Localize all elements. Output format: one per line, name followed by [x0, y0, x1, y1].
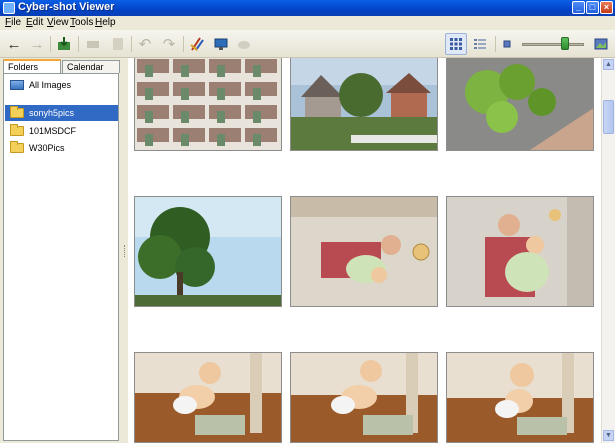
tree-leaves-roof-image — [447, 58, 593, 150]
close-button[interactable]: × — [600, 1, 613, 14]
folder-tree: All Images sonyh5pics 101MSDCF W30Pics — [3, 73, 119, 441]
grid-view-button[interactable] — [445, 33, 467, 55]
tree-item-all-images[interactable]: All Images — [5, 77, 118, 93]
thumbnail[interactable] — [446, 58, 594, 151]
zoom-slider-track[interactable] — [522, 43, 584, 46]
app-window: Cyber-shot Viewer _ □ × File Edit View T… — [0, 0, 615, 443]
disc-create-button[interactable] — [210, 33, 232, 55]
thumbnail[interactable] — [290, 58, 438, 151]
small-thumbnail-icon — [503, 40, 511, 48]
slideshow-button[interactable] — [82, 33, 104, 55]
import-icon — [58, 37, 70, 50]
thumbnail[interactable] — [134, 352, 282, 443]
rotate-right-button[interactable]: ↷ — [158, 33, 180, 55]
menu-bar: File Edit View Tools Help — [0, 16, 615, 30]
backyard-houses-image — [291, 58, 437, 150]
tree-item-label: 101MSDCF — [29, 126, 77, 136]
large-thumbnail-icon — [594, 38, 608, 50]
thumbnail[interactable] — [134, 196, 282, 307]
list-view-button[interactable] — [469, 33, 491, 55]
rotate-left-icon: ↶ — [138, 36, 152, 53]
baby-crawling-image — [447, 353, 593, 442]
minimize-button[interactable]: _ — [572, 1, 585, 14]
thumbnail[interactable] — [290, 196, 438, 307]
grid-view-icon — [450, 38, 462, 50]
folder-icon — [10, 106, 24, 118]
edit-tools-icon — [190, 37, 204, 51]
tree-item-101msdcf[interactable]: 101MSDCF — [5, 123, 118, 139]
forward-button[interactable]: → — [26, 33, 48, 55]
baby-crawling-image — [291, 353, 437, 442]
window-title: Cyber-shot Viewer — [18, 1, 115, 13]
scroll-up-button[interactable]: ▲ — [603, 59, 614, 70]
back-button[interactable]: ← — [3, 33, 25, 55]
zoom-in-button[interactable] — [590, 33, 612, 55]
scrollbar-thumb[interactable] — [603, 100, 614, 134]
rotate-right-icon: ↷ — [162, 36, 176, 53]
monitor-icon — [214, 38, 228, 50]
zoom-out-button[interactable] — [500, 33, 514, 55]
import-button[interactable] — [53, 33, 75, 55]
arrow-left-icon: ← — [6, 35, 22, 53]
tab-folders[interactable]: Folders — [3, 59, 61, 73]
zoom-slider-thumb[interactable] — [561, 37, 569, 50]
thumbnail[interactable] — [290, 352, 438, 443]
cloud-icon — [238, 41, 250, 49]
rotate-left-button[interactable]: ↶ — [134, 33, 156, 55]
maximize-button[interactable]: □ — [586, 1, 599, 14]
menu-edit[interactable]: Edit — [26, 17, 43, 28]
tree-item-w30pics[interactable]: W30Pics — [5, 140, 118, 156]
thumbnail[interactable] — [134, 58, 282, 151]
menu-file[interactable]: File — [5, 17, 21, 28]
tree-sky-image — [135, 197, 281, 306]
edit-button[interactable] — [186, 33, 208, 55]
all-images-icon — [10, 80, 24, 90]
tree-item-label: W30Pics — [29, 143, 65, 153]
baby-crawling-image — [135, 353, 281, 442]
splitter-grip — [124, 245, 126, 257]
print-button[interactable] — [107, 33, 129, 55]
tree-item-label: sonyh5pics — [29, 108, 75, 118]
thumbnail-grid — [128, 58, 601, 443]
arrow-right-icon: → — [29, 35, 45, 53]
folder-icon — [10, 141, 24, 153]
menu-view[interactable]: View — [47, 17, 69, 28]
menu-tools[interactable]: Tools — [70, 17, 93, 28]
tree-item-sonyh5pics[interactable]: sonyh5pics — [5, 105, 118, 121]
tree-item-label: All Images — [29, 80, 72, 90]
scroll-down-button[interactable]: ▼ — [603, 430, 614, 441]
slideshow-icon — [87, 41, 99, 48]
man-holding-baby-rotated-image — [291, 197, 437, 306]
folder-icon — [10, 124, 24, 136]
man-holding-baby-image — [447, 197, 593, 306]
tab-calendar[interactable]: Calendar — [62, 60, 120, 73]
list-view-icon — [474, 39, 486, 49]
thumbnail[interactable] — [446, 196, 594, 307]
photo-grid-collage-image — [135, 58, 281, 150]
share-button[interactable] — [233, 33, 255, 55]
print-icon — [113, 38, 123, 50]
sidebar: Calendar Folders All Images sonyh5pics 1… — [0, 58, 122, 443]
title-bar[interactable]: Cyber-shot Viewer _ □ × — [0, 0, 615, 16]
app-icon — [3, 2, 15, 14]
menu-help[interactable]: Help — [95, 17, 116, 28]
thumbnail[interactable] — [446, 352, 594, 443]
